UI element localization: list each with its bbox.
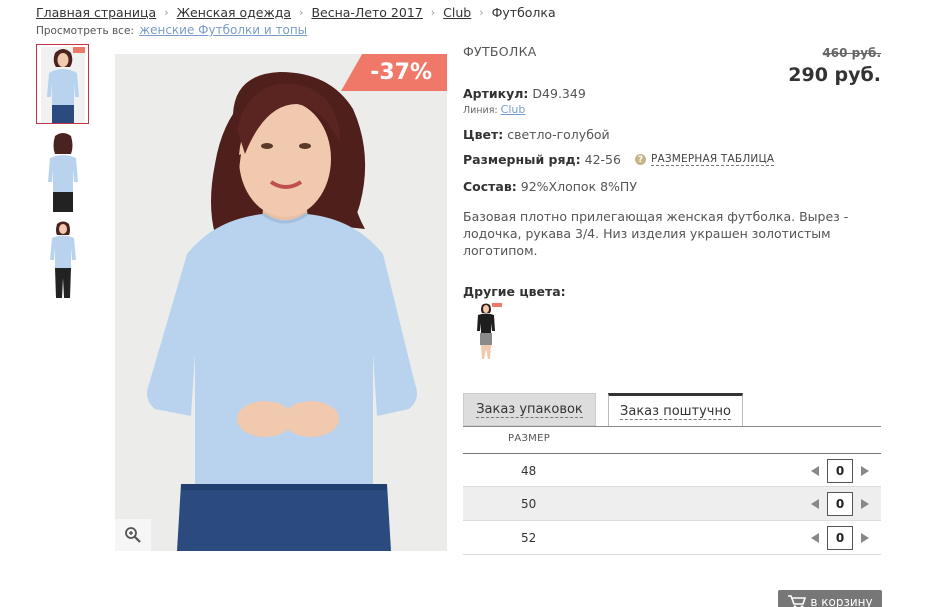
color-label: Цвет: — [463, 127, 504, 142]
quantity-input[interactable] — [827, 459, 853, 483]
size-row: 50 — [463, 487, 881, 521]
breadcrumb-separator: › — [299, 6, 304, 19]
size-range-value: 42-56 — [584, 152, 621, 167]
new-price: 290 руб. — [788, 64, 881, 86]
size-range-row: Размерный ряд: 42-56 ? РАЗМЕРНАЯ ТАБЛИЦА — [463, 152, 775, 167]
composition-row: Состав: 92%Хлопок 8%ПУ — [463, 179, 637, 194]
tab-order-packs-label: Заказ упаковок — [476, 401, 583, 418]
main-product-image[interactable]: -37% — [115, 54, 447, 551]
size-table-link[interactable]: РАЗМЕРНАЯ ТАБЛИЦА — [650, 153, 775, 166]
old-price: 460 руб. — [822, 46, 881, 60]
question-icon: ? — [634, 154, 646, 165]
line-link[interactable]: Club — [501, 103, 526, 116]
quantity-stepper — [811, 492, 869, 516]
size-value: 52 — [521, 531, 537, 545]
breadcrumb-club[interactable]: Club — [443, 5, 471, 20]
product-title: ФУТБОЛКА — [463, 44, 537, 59]
see-all-link[interactable]: женские Футболки и топы — [139, 23, 307, 37]
composition-label: Состав: — [463, 179, 517, 194]
decrease-arrow-icon[interactable] — [811, 533, 819, 543]
article-row: Артикул: D49.349 — [463, 86, 586, 101]
thumbnail-full-image — [40, 220, 85, 298]
other-color-image — [470, 303, 502, 361]
size-row: 48 — [463, 453, 881, 487]
thumbnail-front-image — [40, 47, 85, 123]
breadcrumb-womens-clothing[interactable]: Женская одежда — [177, 5, 291, 20]
add-to-cart-button[interactable]: в корзину — [778, 590, 882, 607]
breadcrumb: Главная страница › Женская одежда › Весн… — [36, 5, 556, 20]
color-value: светло-голубой — [507, 127, 610, 142]
composition-value: 92%Хлопок 8%ПУ — [520, 179, 637, 194]
size-column-header: РАЗМЕР — [508, 433, 551, 444]
add-to-cart-label: в корзину — [810, 595, 873, 607]
breadcrumb-current: Футболка — [491, 5, 556, 20]
model-photo — [115, 54, 447, 551]
article-value: D49.349 — [532, 86, 586, 101]
tab-order-single-label: Заказ поштучно — [620, 403, 731, 420]
size-value: 50 — [521, 497, 537, 511]
breadcrumb-separator: › — [430, 6, 436, 19]
size-row: 52 — [463, 521, 881, 555]
other-color-swatch[interactable] — [470, 303, 502, 361]
thumbnail-full[interactable] — [36, 218, 89, 298]
see-all: Просмотреть все: женские Футболки и топы — [36, 23, 307, 37]
product-description: Базовая плотно прилегающая женская футбо… — [463, 209, 849, 258]
quantity-stepper — [811, 526, 869, 550]
increase-arrow-icon[interactable] — [861, 499, 869, 509]
breadcrumb-home[interactable]: Главная страница — [36, 5, 156, 20]
increase-arrow-icon[interactable] — [861, 466, 869, 476]
decrease-arrow-icon[interactable] — [811, 466, 819, 476]
cart-icon — [788, 595, 807, 607]
decrease-arrow-icon[interactable] — [811, 499, 819, 509]
line-row: Линия: Club — [463, 103, 525, 116]
quantity-input[interactable] — [827, 492, 853, 516]
other-colors-label: Другие цвета: — [463, 284, 566, 299]
tab-divider — [463, 426, 881, 427]
size-value: 48 — [521, 464, 537, 478]
zoom-icon[interactable] — [115, 519, 151, 551]
tab-order-single[interactable]: Заказ поштучно — [608, 393, 743, 427]
tab-order-packs[interactable]: Заказ упаковок — [463, 393, 596, 426]
article-label: Артикул: — [463, 86, 529, 101]
breadcrumb-separator: › — [164, 6, 169, 19]
thumbnail-back-image — [40, 132, 85, 212]
increase-arrow-icon[interactable] — [861, 533, 869, 543]
quantity-input[interactable] — [827, 526, 853, 550]
color-row: Цвет: светло-голубой — [463, 127, 610, 142]
size-range-label: Размерный ряд: — [463, 152, 581, 167]
breadcrumb-separator: › — [479, 6, 484, 19]
line-label: Линия: — [463, 105, 498, 116]
quantity-stepper — [811, 459, 869, 483]
see-all-label: Просмотреть все: — [36, 25, 134, 37]
thumbnail-back[interactable] — [36, 130, 89, 212]
thumbnail-front[interactable] — [36, 44, 89, 124]
breadcrumb-spring-summer[interactable]: Весна-Лето 2017 — [311, 5, 422, 20]
